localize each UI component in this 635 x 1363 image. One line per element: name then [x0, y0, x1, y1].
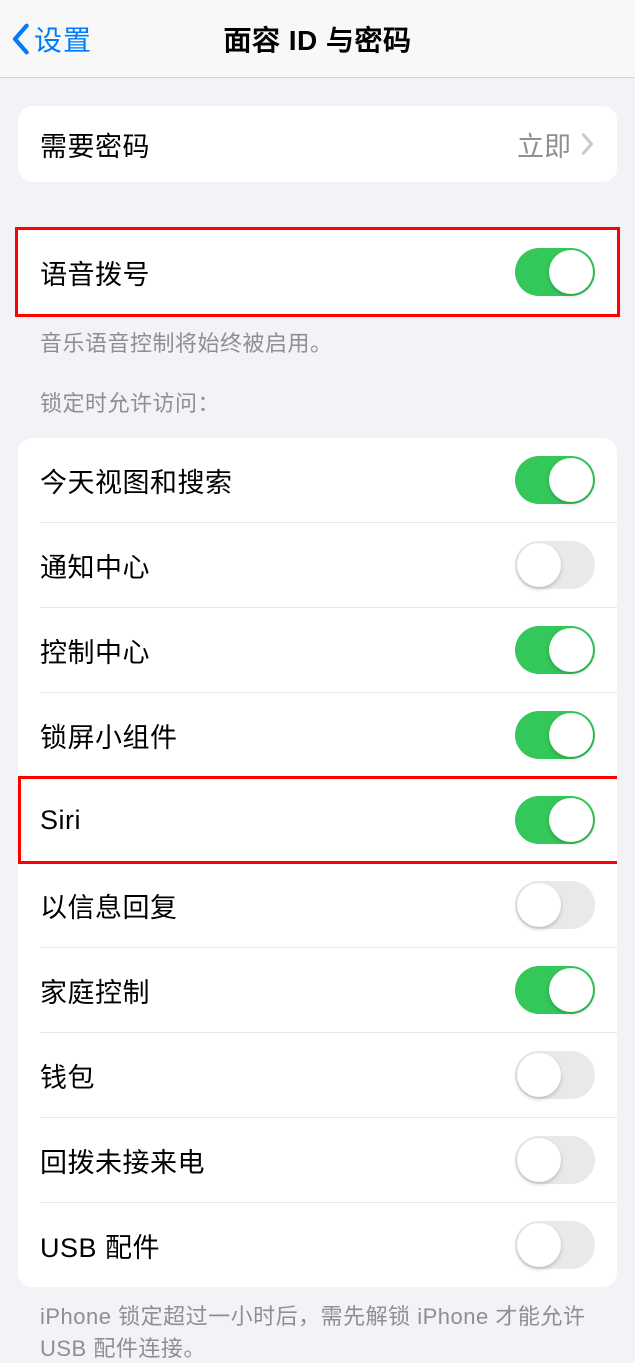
lock-access-row: 今天视图和搜索 [18, 438, 617, 522]
voice-dial-label: 语音拨号 [40, 253, 150, 292]
back-label: 设置 [34, 19, 92, 59]
chevron-right-icon [581, 132, 595, 156]
lock-access-toggle[interactable] [515, 626, 595, 674]
require-passcode-label: 需要密码 [40, 125, 150, 164]
lock-access-toggle[interactable] [515, 1051, 595, 1099]
lock-access-row: 控制中心 [40, 607, 617, 692]
voice-dial-section: 语音拨号 [18, 230, 617, 314]
lock-access-row: 回拨未接来电 [40, 1117, 617, 1202]
lock-access-toggle[interactable] [515, 881, 595, 929]
require-passcode-value: 立即 [517, 125, 571, 164]
lock-access-item-label: 控制中心 [40, 631, 150, 670]
lock-access-row: 钱包 [40, 1032, 617, 1117]
voice-dial-row: 语音拨号 [18, 230, 617, 314]
require-passcode-row[interactable]: 需要密码 立即 [18, 106, 617, 182]
lock-access-item-label: USB 配件 [40, 1226, 160, 1265]
voice-dial-toggle[interactable] [515, 248, 595, 296]
navbar: 设置 面容 ID 与密码 [0, 0, 635, 78]
passcode-section: 需要密码 立即 [18, 106, 617, 182]
lock-access-item-label: 家庭控制 [40, 971, 150, 1010]
lock-access-row: 以信息回复 [40, 862, 617, 947]
lock-access-row: 锁屏小组件 [40, 692, 617, 777]
lock-access-item-label: 以信息回复 [40, 886, 178, 925]
lock-access-row: Siri [40, 777, 617, 862]
lock-access-item-label: Siri [40, 805, 81, 836]
lock-access-item-label: 回拨未接来电 [40, 1141, 205, 1180]
lock-access-item-label: 通知中心 [40, 546, 150, 585]
back-button[interactable]: 设置 [0, 19, 92, 59]
lock-access-row: USB 配件 [40, 1202, 617, 1287]
lock-access-toggle[interactable] [515, 1136, 595, 1184]
lock-access-toggle[interactable] [515, 541, 595, 589]
lock-access-item-label: 钱包 [40, 1056, 95, 1095]
chevron-left-icon [10, 22, 30, 56]
lock-access-row: 家庭控制 [40, 947, 617, 1032]
page-title: 面容 ID 与密码 [0, 19, 635, 59]
lock-access-item-label: 今天视图和搜索 [40, 461, 233, 500]
lock-access-toggle[interactable] [515, 1221, 595, 1269]
lock-access-toggle[interactable] [515, 966, 595, 1014]
voice-dial-footer: 音乐语音控制将始终被启用。 [18, 314, 617, 358]
lock-access-section: 今天视图和搜索通知中心控制中心锁屏小组件 Siri 以信息回复家庭控制钱包回拨未接来… [18, 438, 617, 1287]
lock-access-toggle[interactable] [515, 456, 595, 504]
lock-access-toggle[interactable] [515, 711, 595, 759]
lock-access-header: 锁定时允许访问： [18, 358, 617, 426]
lock-access-item-label: 锁屏小组件 [40, 716, 178, 755]
lock-access-footer: iPhone 锁定超过一小时后，需先解锁 iPhone 才能允许USB 配件连接… [18, 1287, 617, 1363]
lock-access-row: 通知中心 [40, 522, 617, 607]
lock-access-toggle[interactable] [515, 796, 595, 844]
